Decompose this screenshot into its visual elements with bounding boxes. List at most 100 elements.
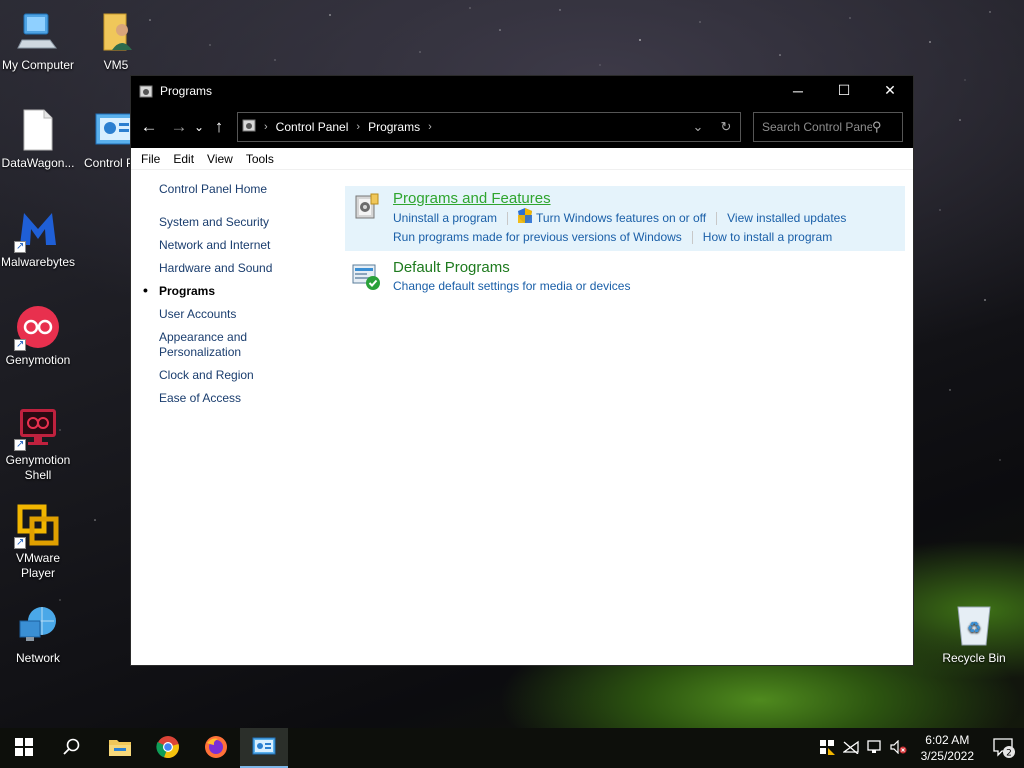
notification-icon: 2 [993, 738, 1015, 758]
search-input[interactable] [762, 119, 872, 134]
menu-file[interactable]: File [136, 152, 168, 166]
window-title: Programs [160, 83, 213, 98]
minimize-button[interactable]: ─ [775, 76, 821, 105]
sidebar-item-network-and-internet[interactable]: Network and Internet [159, 238, 319, 253]
shortcut-arrow-icon [14, 535, 26, 550]
desktop-icon-genymotion[interactable]: Genymotion [0, 305, 76, 368]
desktop-icon-my-computer[interactable]: My Computer [0, 10, 76, 73]
sidebar-item-user-accounts[interactable]: User Accounts [159, 307, 319, 322]
control-panel-address-icon [242, 118, 256, 135]
desktop-icon-label: Recycle Bin [942, 651, 1006, 665]
security-shield-icon[interactable] [815, 739, 839, 758]
sidebar-item-programs[interactable]: Programs [143, 283, 319, 299]
volume-muted-icon[interactable] [887, 739, 911, 757]
close-button[interactable]: ✕ [867, 76, 913, 105]
display-icon[interactable] [863, 739, 887, 757]
clock-time: 6:02 AM [925, 733, 970, 747]
svg-text:♻: ♻ [967, 618, 981, 637]
desktop-icon-datawagon[interactable]: DataWagon... [0, 108, 76, 171]
search-box[interactable]: ⚲ [753, 111, 903, 142]
menu-view[interactable]: View [202, 152, 241, 166]
run-previous-versions-link[interactable]: Run programs made for previous versions … [393, 228, 682, 246]
sidebar-item-appearance-and-personalization[interactable]: Appearance and Personalization [159, 330, 259, 360]
chrome-icon [156, 735, 180, 762]
taskbar: 6:02 AM 3/25/2022 2 [0, 728, 1024, 768]
sidebar-item-ease-of-access[interactable]: Ease of Access [159, 391, 319, 406]
malwarebytes-icon [14, 207, 60, 254]
desktop-icon-label: VM5 [103, 58, 129, 72]
desktop-icon-recycle-bin[interactable]: ♻ Recycle Bin [936, 603, 1012, 666]
taskbar-chrome[interactable] [144, 728, 192, 768]
default-programs-icon [351, 261, 381, 291]
maximize-button[interactable]: ☐ [821, 76, 867, 105]
change-default-settings-link[interactable]: Change default settings for media or dev… [393, 277, 630, 295]
desktop-icon-vm5[interactable]: VM5 [78, 10, 154, 73]
file-explorer-icon [108, 737, 132, 760]
sidebar-item-system-and-security[interactable]: System and Security [159, 215, 319, 230]
shortcut-arrow-icon [14, 437, 26, 452]
how-to-install-program-link[interactable]: How to install a program [703, 228, 832, 246]
menu-tools[interactable]: Tools [241, 152, 282, 166]
programs-and-features-link[interactable]: Programs and Features [393, 189, 899, 208]
shortcut-arrow-icon [14, 239, 26, 254]
title-bar: Programs ─ ☐ ✕ [131, 76, 913, 105]
network-icon [16, 603, 60, 647]
forward-button[interactable]: → [167, 117, 191, 137]
chevron-right-icon[interactable]: › [428, 121, 432, 133]
desktop-icon-label: Genymotion Shell [5, 453, 71, 482]
shortcut-arrow-icon [14, 337, 26, 352]
sidebar-item-clock-and-region[interactable]: Clock and Region [159, 368, 319, 383]
address-dropdown-button[interactable]: ⌄ [684, 119, 712, 135]
desktop-icon-malwarebytes[interactable]: Malwarebytes [0, 207, 76, 270]
back-button[interactable]: ← [137, 117, 161, 137]
recycle-bin-icon: ♻ [952, 603, 996, 647]
chevron-right-icon: › [264, 120, 268, 133]
up-button[interactable]: ↑ [207, 117, 231, 137]
desktop-icon-network[interactable]: Network [0, 603, 76, 666]
document-icon [16, 108, 60, 152]
uninstall-program-link[interactable]: Uninstall a program [393, 209, 497, 227]
menu-edit[interactable]: Edit [168, 152, 202, 166]
turn-windows-features-link[interactable]: Turn Windows features on or off [536, 209, 706, 227]
taskbar-search-button[interactable] [48, 728, 96, 768]
category-programs-and-features: Programs and Features Uninstall a progra… [345, 186, 905, 251]
programs-features-icon [351, 192, 381, 222]
sidebar-item-control-panel-home[interactable]: Control Panel Home [159, 182, 319, 197]
start-button[interactable] [0, 728, 48, 768]
desktop-icon-label: Genymotion [5, 353, 71, 367]
sidebar-item-hardware-and-sound[interactable]: Hardware and Sound [159, 261, 319, 276]
sidebar: Control Panel Home System and Security N… [143, 182, 319, 414]
desktop-icon-label: My Computer [1, 58, 75, 72]
notification-center-button[interactable]: 2 [984, 728, 1024, 768]
address-bar[interactable]: › Control Panel › Programs › ⌄ ↻ [237, 111, 741, 142]
chevron-right-icon[interactable]: › [356, 121, 360, 133]
firefox-icon [204, 735, 228, 762]
clock[interactable]: 6:02 AM 3/25/2022 [911, 732, 984, 764]
navigation-bar: ← → ⌄ ↑ › Control Panel › Programs › ⌄ ↻… [131, 105, 913, 148]
clock-date: 3/25/2022 [920, 749, 974, 763]
desktop-icon-vmware-player[interactable]: VMware Player [0, 503, 76, 581]
control-panel-icon [252, 736, 276, 759]
taskbar-firefox[interactable] [192, 728, 240, 768]
view-installed-updates-link[interactable]: View installed updates [727, 209, 846, 227]
start-icon [15, 737, 33, 759]
system-tray: 6:02 AM 3/25/2022 2 [815, 728, 1024, 768]
breadcrumb-control-panel[interactable]: Control Panel [276, 120, 349, 134]
genymotion-shell-icon [14, 405, 60, 452]
refresh-button[interactable]: ↻ [712, 119, 740, 135]
vmware-icon [14, 503, 60, 550]
notification-count: 2 [1006, 749, 1012, 759]
uac-shield-icon [518, 208, 533, 228]
default-programs-link[interactable]: Default Programs [393, 258, 899, 277]
menu-bar: File Edit View Tools [131, 148, 913, 170]
desktop-icon-genymotion-shell[interactable]: Genymotion Shell [0, 405, 76, 483]
desktop-icon-label: Malwarebytes [0, 255, 76, 269]
breadcrumb-programs[interactable]: Programs [368, 120, 420, 134]
category-default-programs: Default Programs Change default settings… [345, 255, 905, 300]
taskbar-file-explorer[interactable] [96, 728, 144, 768]
search-icon: ⚲ [872, 118, 882, 134]
taskbar-control-panel[interactable] [240, 728, 288, 768]
recent-locations-button[interactable]: ⌄ [191, 120, 207, 134]
network-disconnected-icon[interactable] [839, 740, 863, 757]
search-icon [63, 738, 81, 759]
